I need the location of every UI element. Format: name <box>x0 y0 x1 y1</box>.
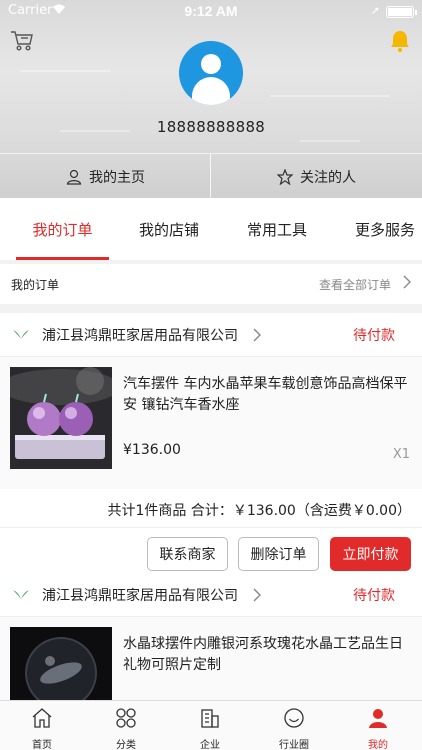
order-card: 浦江县鸿鼎旺家居用品有限公司 待付款 水晶球摆件内雕银河系玫瑰花水晶工艺品生日礼… <box>0 573 422 749</box>
my-homepage-label: 我的主页 <box>89 169 145 186</box>
order-total: 共计1件商品 合计：￥136.00（含运费￥0.00） <box>107 503 411 519</box>
tab-tools[interactable]: 常用工具 <box>232 198 322 260</box>
chevron-right-icon <box>253 328 261 342</box>
product-title: 水晶球摆件内雕银河系玫瑰花水晶工艺品生日礼物可照片定制 <box>123 636 403 673</box>
my-homepage-button[interactable]: 我的主页 <box>0 154 211 198</box>
tabbar-label: 企业 <box>200 740 220 750</box>
clock: 9:12 AM <box>184 3 238 19</box>
order-card: 浦江县鸿鼎旺家居用品有限公司 待付款 汽车摆件 车内水晶苹果车载创意饰品高档保平… <box>0 313 422 580</box>
tabbar-category[interactable]: 分类 <box>84 701 168 750</box>
order-item[interactable]: 汽车摆件 车内水晶苹果车载创意饰品高档保平安 镶钻汽车香水座 ¥136.00 X… <box>0 357 422 489</box>
product-title: 汽车摆件 车内水晶苹果车载创意饰品高档保平安 镶钻汽车香水座 <box>123 376 408 413</box>
category-icon <box>116 708 136 728</box>
shop-name: 浦江县鸿鼎旺家居用品有限公司 <box>42 328 238 344</box>
shop-name: 浦江县鸿鼎旺家居用品有限公司 <box>42 588 238 604</box>
tabbar-industry-circle[interactable]: 行业圈 <box>252 701 336 750</box>
star-icon <box>277 168 293 185</box>
tab-bar-top: 我的订单 我的店铺 常用工具 更多服务 <box>0 198 422 260</box>
bottom-tab-bar: 首页 分类 企业 行业圈 我的 <box>0 700 422 750</box>
delete-order-button[interactable]: 删除订单 <box>238 537 319 571</box>
shop-row[interactable]: 浦江县鸿鼎旺家居用品有限公司 待付款 <box>0 573 422 617</box>
tabbar-mine[interactable]: 我的 <box>336 701 420 750</box>
enterprise-icon <box>201 709 219 728</box>
tabbar-home[interactable]: 首页 <box>0 701 84 750</box>
order-summary: 共计1件商品 合计：￥136.00（含运费￥0.00） <box>0 489 422 528</box>
contact-seller-button[interactable]: 联系商家 <box>147 537 228 571</box>
tabbar-label: 首页 <box>32 740 52 750</box>
tabbar-label: 分类 <box>116 740 136 750</box>
user-phone: 18888888888 <box>156 118 266 136</box>
tab-my-store[interactable]: 我的店铺 <box>124 198 214 260</box>
shop-row[interactable]: 浦江县鸿鼎旺家居用品有限公司 待付款 <box>0 313 422 357</box>
chevron-right-icon[interactable] <box>402 274 412 293</box>
order-status: 待付款 <box>353 328 395 344</box>
product-quantity: X1 <box>392 447 410 462</box>
battery-icon <box>386 6 414 18</box>
product-image <box>10 367 112 469</box>
profile-header: Carrier 9:12 AM ➚ 18888888888 我的主页 关注的人 <box>0 0 422 198</box>
smile-icon <box>284 708 304 728</box>
user-icon <box>369 709 387 728</box>
user-outline-icon <box>66 169 82 185</box>
product-price: ¥136.00 <box>123 442 181 458</box>
avatar[interactable] <box>179 41 243 105</box>
order-status: 待付款 <box>353 588 395 604</box>
chevron-right-icon <box>253 588 261 602</box>
following-button[interactable]: 关注的人 <box>211 154 422 198</box>
shop-logo-icon <box>13 590 29 599</box>
tab-my-orders[interactable]: 我的订单 <box>16 198 109 260</box>
tabbar-label: 行业圈 <box>279 740 309 750</box>
view-all-orders-link[interactable]: 查看全部订单 <box>319 276 391 293</box>
cart-icon[interactable] <box>10 30 34 52</box>
orders-header: 我的订单 查看全部订单 <box>0 264 422 304</box>
tab-active-indicator <box>16 257 109 260</box>
status-bar: Carrier 9:12 AM ➚ <box>0 0 422 22</box>
home-icon <box>32 708 52 728</box>
location-icon: ➚ <box>370 4 380 17</box>
orders-title: 我的订单 <box>11 278 60 292</box>
shop-logo-icon <box>13 330 29 339</box>
pay-now-button[interactable]: 立即付款 <box>330 537 411 571</box>
tabbar-enterprise[interactable]: 企业 <box>168 701 252 750</box>
tab-more-services[interactable]: 更多服务 <box>340 198 422 260</box>
bell-icon[interactable] <box>388 29 412 53</box>
tabbar-label: 我的 <box>368 740 388 750</box>
following-label: 关注的人 <box>300 169 356 186</box>
